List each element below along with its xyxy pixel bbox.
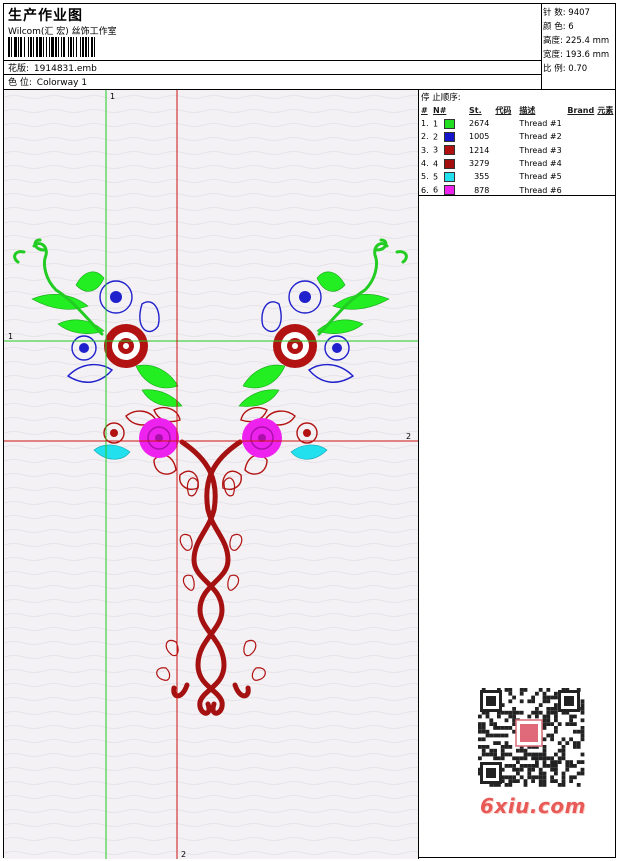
width-stat: 宽度: 193.6 mm	[543, 50, 610, 60]
thread-row: 3. 3 1214 Thread #3	[421, 145, 562, 156]
stats-panel: 针 数: 9407 颜 色: 6 高度: 225.4 mm 宽度: 193.6 …	[542, 4, 615, 90]
design-file-label: 花版:	[8, 64, 30, 74]
thread-color-swatch	[444, 145, 456, 156]
axis-label-v1: 1	[110, 92, 115, 101]
colorway-row: 色 位: Colorway 1	[8, 75, 89, 88]
legend-title: 停 止顺序:	[421, 93, 461, 103]
thread-color-swatch	[444, 185, 456, 196]
thread-table: # N# St. 代码 描述 Brand 元素 1. 1 2674 Thread #1…	[421, 104, 613, 197]
thread-color-swatch	[444, 158, 456, 169]
axis-label-h1: 1	[8, 332, 13, 341]
design-file-row: 花版: 1914831.emb	[8, 61, 99, 74]
page-title: 生产作业图	[8, 8, 83, 24]
thread-row: 1. 1 2674 Thread #1	[421, 118, 562, 129]
thread-row: 4. 4 3279 Thread #4	[421, 158, 562, 169]
thread-color-swatch	[444, 118, 456, 129]
company-name: Wilcom(汇 宏) 丝饰工作室	[8, 27, 117, 37]
thread-legend: 停 止顺序: # N# St. 代码 描述 Brand 元素 1. 1 2674 Th…	[419, 90, 615, 196]
axis-label-v2: 2	[181, 850, 186, 859]
barcode-image	[8, 37, 95, 57]
thread-color-swatch	[444, 171, 456, 182]
thread-table-header: # N# St. 代码 描述 Brand 元素	[421, 106, 614, 115]
stitches-stat: 针 数: 9407	[543, 8, 590, 18]
header-panel: 生产作业图 Wilcom(汇 宏) 丝饰工作室 花版: 1914831.emb …	[4, 4, 542, 90]
colorway-label: 色 位:	[8, 78, 32, 88]
watermark-site: 6xiu.com	[480, 794, 586, 818]
production-sheet: 生产作业图 Wilcom(汇 宏) 丝饰工作室 花版: 1914831.emb …	[3, 3, 616, 859]
height-stat: 高度: 225.4 mm	[543, 36, 610, 46]
embroidery-drawing: 1 1 2 2	[4, 90, 418, 859]
axis-label-h2: 2	[406, 432, 411, 441]
thread-color-swatch	[444, 131, 456, 142]
colorway-value: Colorway 1	[36, 78, 88, 88]
thread-row: 5. 5 355 Thread #5	[421, 171, 562, 182]
qr-code	[472, 682, 588, 792]
thread-row: 6. 6 878 Thread #6	[421, 185, 562, 196]
embroidery-preview: 1 1 2 2	[4, 90, 419, 859]
thread-row: 2. 2 1005 Thread #2	[421, 131, 562, 142]
colors-stat: 颜 色: 6	[543, 22, 574, 32]
scale-stat: 比 例: 0.70	[543, 64, 588, 74]
design-file-value: 1914831.emb	[33, 64, 97, 74]
